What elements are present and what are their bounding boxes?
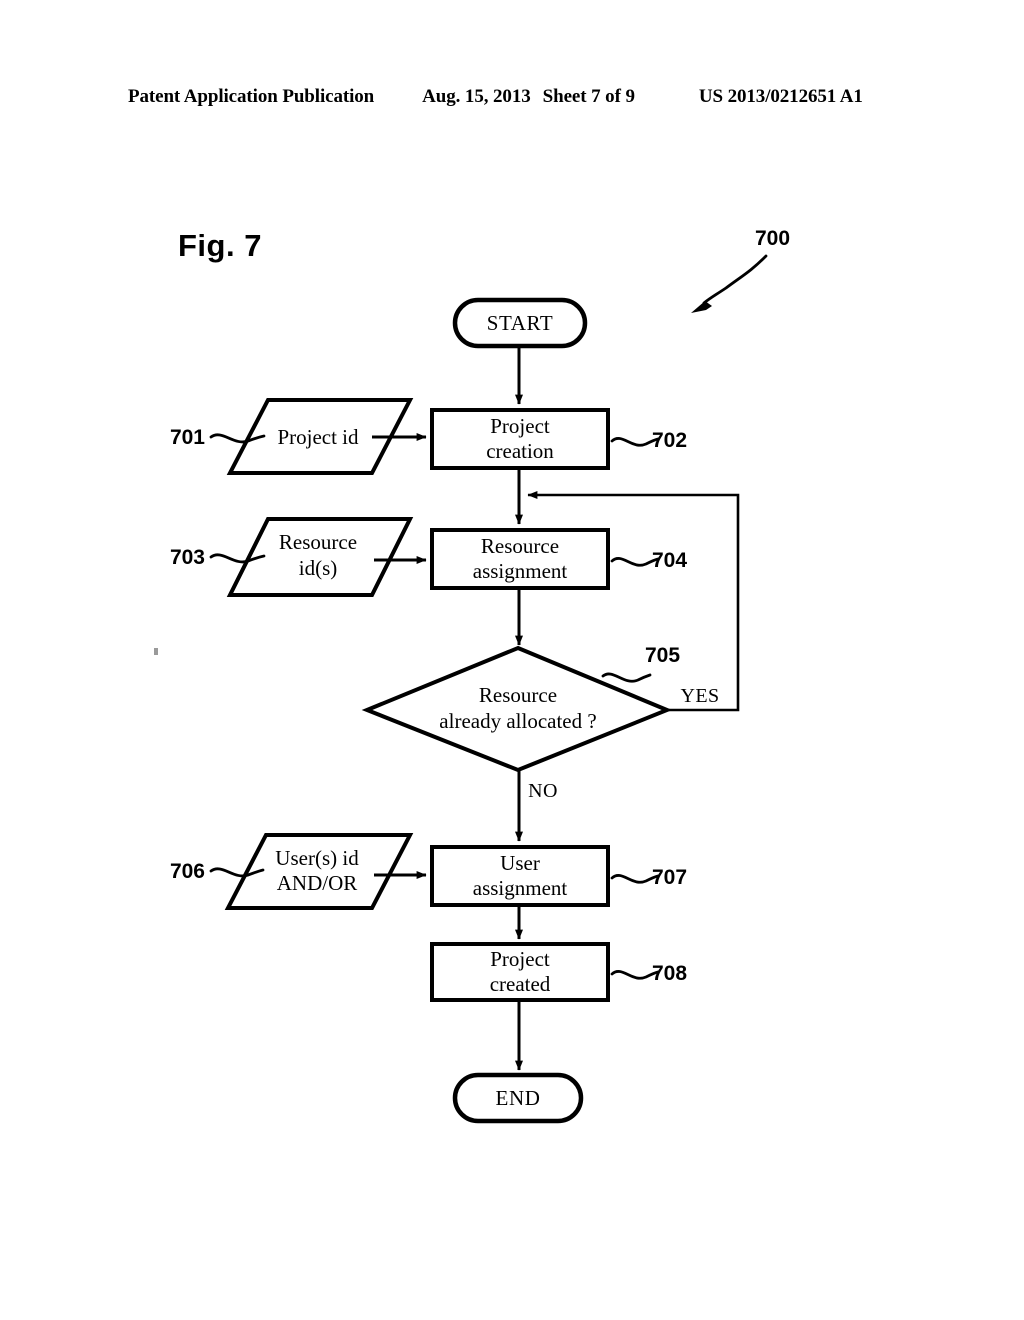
node-706-ref: 706 (170, 860, 205, 883)
node-707-label-line1: User (500, 851, 540, 875)
scan-artifact-speck (154, 648, 158, 655)
node-708-ref: 708 (652, 962, 687, 985)
node-705-label-line1: Resource (479, 683, 557, 707)
node-704-label-line2: assignment (473, 559, 568, 583)
branch-label-no: NO (528, 780, 558, 802)
node-707-ref: 707 (652, 866, 687, 889)
branch-label-yes: YES (681, 685, 720, 707)
node-708-label-line2: created (490, 972, 551, 996)
node-707-label-line2: assignment (473, 876, 568, 900)
diagram-ref-700: 700 (755, 227, 790, 250)
node-702-label-line1: Project (490, 414, 550, 438)
node-705-ref-leader (601, 672, 652, 683)
node-706-label-line2: AND/OR (277, 871, 358, 895)
node-702-label-line2: creation (486, 439, 554, 463)
node-704-ref: 704 (652, 549, 687, 572)
node-end-label: END (496, 1086, 541, 1110)
node-706-label-line1: User(s) id (275, 846, 359, 870)
flowchart-700: 700 START Project id 701 Project creatio… (154, 227, 790, 1124)
diagram-ref-700-leader (691, 254, 768, 313)
node-703-ref: 703 (170, 546, 205, 569)
node-708-label-line1: Project (490, 947, 550, 971)
node-701-label: Project id (277, 425, 359, 449)
node-703-label-line1: Resource (279, 530, 357, 554)
node-705-ref: 705 (645, 644, 680, 667)
node-start-label: START (487, 311, 554, 335)
node-704-label-line1: Resource (481, 534, 559, 558)
node-705-label-line2: already allocated ? (439, 709, 596, 733)
node-701-ref: 701 (170, 426, 205, 449)
node-703-label-line2: id(s) (299, 556, 338, 580)
node-702-ref: 702 (652, 429, 687, 452)
